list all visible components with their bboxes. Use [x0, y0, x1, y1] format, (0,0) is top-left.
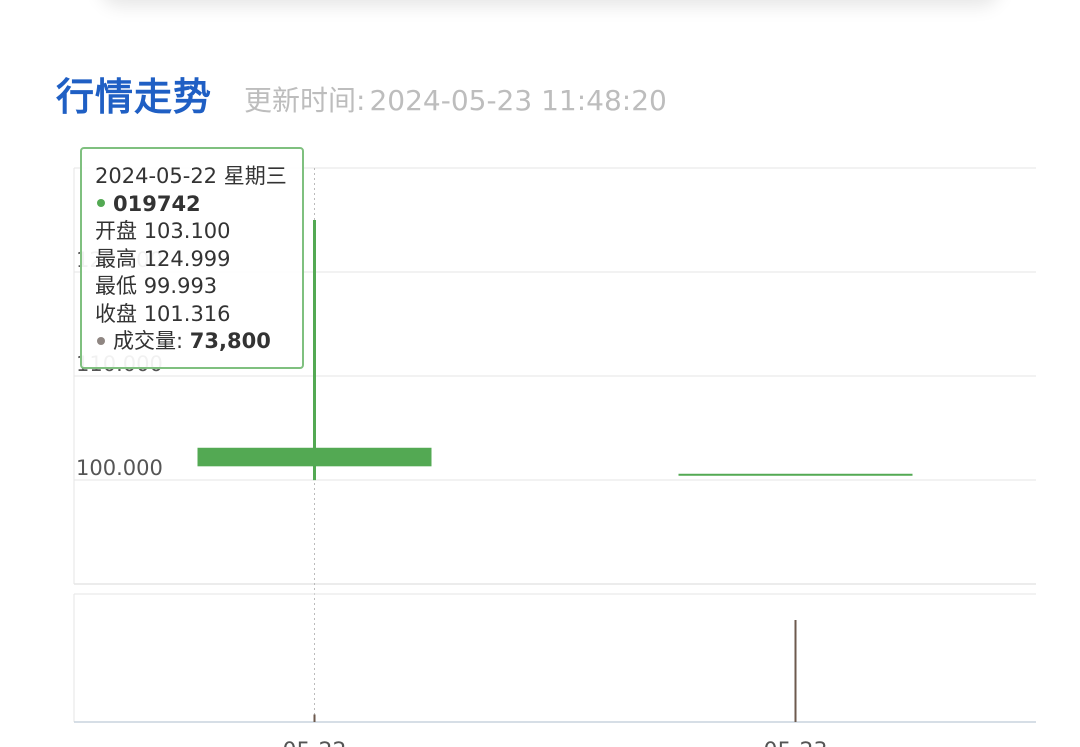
candlestick-chart[interactable]: 100.000110.000120.00005-2205-23	[0, 0, 1080, 747]
tooltip-high-label: 最高	[95, 246, 137, 271]
volume-bar	[794, 620, 797, 722]
chart-tooltip: 2024-05-22 星期三 019742 开盘 103.100 最高 124.…	[80, 147, 304, 369]
x-tick-label: 05-23	[764, 739, 828, 747]
tooltip-close-value: 101.316	[143, 301, 231, 326]
series-dot-icon	[97, 199, 105, 207]
candle-body	[678, 473, 913, 476]
tooltip-volume-label: 成交量:	[113, 329, 184, 353]
tooltip-open: 开盘 103.100	[95, 218, 302, 246]
volume-bar	[313, 714, 316, 722]
tooltip-low: 最低 99.993	[95, 273, 302, 301]
tooltip-series-name: 019742	[113, 191, 201, 216]
volume-dot-icon	[97, 336, 105, 345]
tooltip-close: 收盘 101.316	[95, 301, 302, 329]
tooltip-open-value: 103.100	[143, 219, 231, 243]
x-tick-label: 05-22	[283, 739, 347, 747]
tooltip-high: 最高 124.999	[95, 246, 302, 274]
tooltip-high-value: 124.999	[143, 246, 231, 271]
tooltip-low-label: 最低	[95, 274, 137, 298]
tooltip-volume: 成交量: 73,800	[95, 328, 302, 356]
y-tick-label: 100.000	[76, 456, 163, 480]
tooltip-volume-value: 73,800	[189, 329, 271, 353]
tooltip-low-value: 99.993	[143, 274, 218, 298]
candle-body	[197, 447, 432, 467]
tooltip-open-label: 开盘	[95, 219, 137, 243]
tooltip-close-label: 收盘	[95, 301, 137, 326]
tooltip-date: 2024-05-22 星期三	[95, 164, 287, 188]
tooltip-series: 019742	[95, 191, 302, 219]
